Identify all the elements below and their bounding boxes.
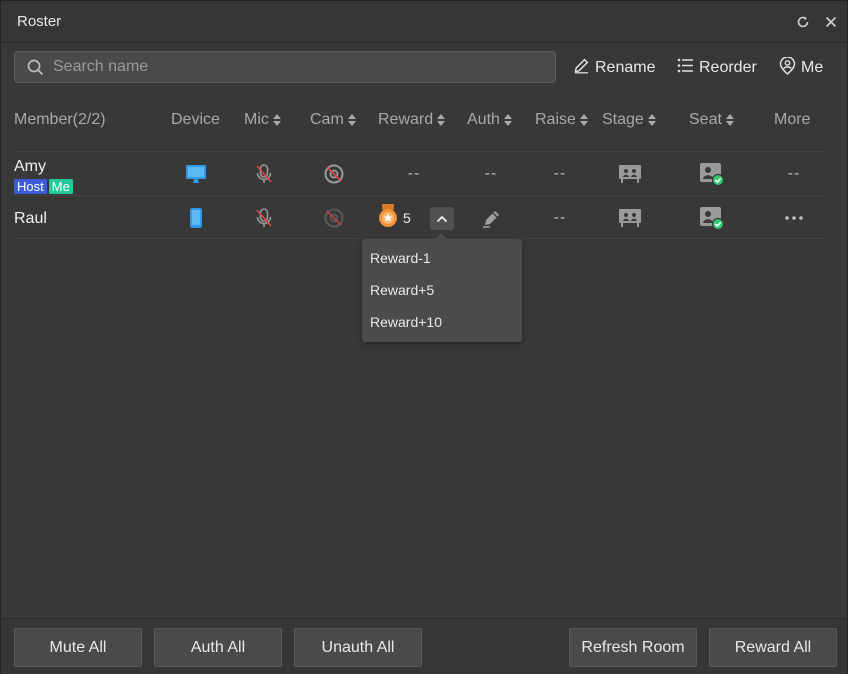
reward-plus-5-option[interactable]: Reward+5 — [370, 282, 434, 298]
stage-icon[interactable] — [616, 206, 644, 230]
refresh-room-button[interactable]: Refresh Room — [569, 628, 697, 667]
reward-count: 5 — [403, 210, 411, 226]
roster-window: Roster Rename Reorder Me Member(2/2) D — [0, 0, 848, 674]
phone-icon — [183, 206, 209, 230]
me-button[interactable]: Me — [779, 55, 824, 80]
member-count-label: Member(2/2) — [14, 111, 106, 128]
header-divider — [14, 151, 827, 152]
column-header-stage[interactable]: Stage — [602, 111, 656, 129]
edit-icon — [573, 57, 590, 79]
title-bar: Roster — [1, 1, 847, 43]
sort-icon — [347, 114, 356, 126]
auth-value: -- — [484, 165, 498, 182]
mic-label: Mic — [244, 111, 269, 128]
column-header-more: More — [774, 111, 810, 129]
row-divider — [14, 195, 827, 196]
search-icon — [27, 59, 44, 81]
reward-plus-10-option[interactable]: Reward+10 — [370, 314, 442, 330]
mic-muted-icon[interactable] — [251, 206, 277, 230]
search-box[interactable] — [14, 51, 556, 83]
ellipsis-icon[interactable] — [780, 206, 808, 230]
sort-icon — [503, 114, 512, 126]
reorder-label: Reorder — [699, 59, 757, 76]
rename-label: Rename — [595, 59, 656, 76]
column-header-member: Member(2/2) — [14, 111, 106, 129]
camera-off-icon[interactable] — [321, 162, 347, 186]
reward-menu: Reward-1 Reward+5 Reward+10 — [362, 233, 522, 342]
mic-muted-icon[interactable] — [251, 162, 277, 186]
search-input[interactable] — [53, 56, 543, 78]
member-name: Raul — [14, 210, 47, 227]
camera-off-icon[interactable] — [321, 206, 347, 230]
close-icon[interactable] — [822, 13, 840, 31]
column-header-reward[interactable]: Reward — [378, 111, 446, 129]
seat-check-icon[interactable] — [697, 205, 727, 231]
pen-icon[interactable] — [479, 206, 505, 230]
host-badge: Host — [14, 179, 47, 194]
member-badges: Host Me — [14, 179, 73, 194]
sort-icon — [725, 114, 734, 126]
more-value: -- — [787, 165, 801, 182]
window-title: Roster — [17, 13, 62, 30]
chevron-up-icon — [436, 210, 448, 228]
cam-label: Cam — [310, 111, 344, 128]
sort-icon — [437, 114, 446, 126]
column-header-raise[interactable]: Raise — [535, 111, 588, 129]
refresh-icon[interactable] — [794, 13, 812, 31]
reward-cell: 5 — [377, 203, 411, 233]
column-header-auth[interactable]: Auth — [467, 111, 512, 129]
stage-label: Stage — [602, 111, 644, 128]
column-header-device: Device — [171, 111, 220, 129]
auth-label: Auth — [467, 111, 500, 128]
sort-icon — [579, 114, 588, 126]
seat-check-icon[interactable] — [697, 161, 727, 187]
reward-value: -- — [407, 165, 421, 182]
reward-minus-1-option[interactable]: Reward-1 — [370, 250, 431, 266]
seat-label: Seat — [689, 111, 722, 128]
desktop-icon — [183, 162, 209, 186]
member-name: Amy — [14, 158, 46, 175]
mute-all-button[interactable]: Mute All — [14, 628, 142, 667]
more-label: More — [774, 111, 811, 128]
reward-all-button[interactable]: Reward All — [709, 628, 837, 667]
raise-value: -- — [553, 209, 567, 226]
list-icon — [677, 58, 694, 78]
reorder-button[interactable]: Reorder — [677, 57, 757, 79]
reward-dropdown-toggle[interactable] — [430, 207, 454, 230]
column-header-mic[interactable]: Mic — [244, 111, 281, 129]
auth-all-button[interactable]: Auth All — [154, 628, 282, 667]
medal-icon — [377, 203, 399, 233]
stage-icon[interactable] — [616, 162, 644, 186]
column-header-cam[interactable]: Cam — [310, 111, 356, 129]
reward-label: Reward — [378, 111, 434, 128]
user-location-icon — [779, 55, 796, 80]
raise-value: -- — [553, 165, 567, 182]
rename-button[interactable]: Rename — [573, 57, 655, 79]
me-label: Me — [801, 59, 824, 76]
unauth-all-button[interactable]: Unauth All — [294, 628, 422, 667]
me-badge: Me — [48, 179, 73, 194]
sort-icon — [272, 114, 281, 126]
sort-icon — [647, 114, 656, 126]
column-header-seat[interactable]: Seat — [689, 111, 734, 129]
device-label: Device — [171, 111, 220, 128]
raise-label: Raise — [535, 111, 576, 128]
